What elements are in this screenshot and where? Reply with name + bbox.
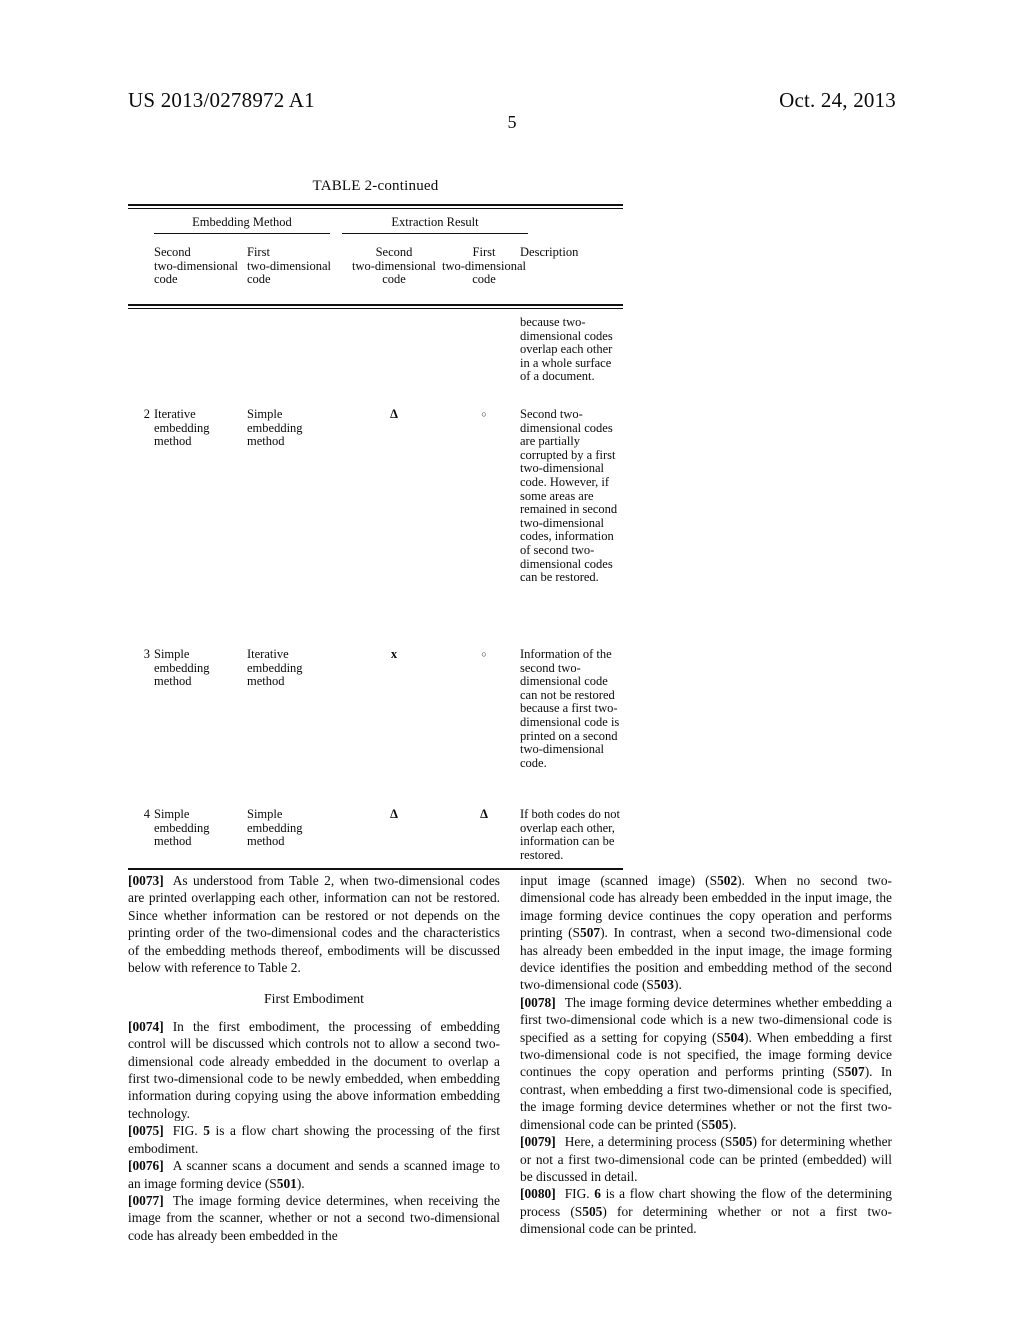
table-bottom-rule (128, 868, 623, 870)
paragraph-0074: [0074] In the first embodiment, the proce… (128, 1018, 500, 1122)
cell-embed-first: Simple embedding method (247, 807, 303, 849)
paragraph-number: [0077] (128, 1192, 164, 1208)
paragraph-0080: [0080] FIG. 6 is a flow chart showing the… (520, 1186, 892, 1237)
row-number: 4 (143, 807, 150, 821)
step-reference: 502 (717, 873, 738, 888)
body-column-left: [0073] As understood from Table 2, when t… (128, 872, 500, 1244)
cell-extract-first: Δ (480, 807, 488, 821)
cell-embed-first: Simple embedding method (247, 407, 303, 449)
table-2-continued: TABLE 2-continued Embedding Method Extra… (128, 178, 623, 870)
table-header-rule (128, 304, 623, 309)
cell-extract-second: Δ (390, 407, 398, 421)
cell-extract-second: x (390, 647, 398, 661)
step-reference: 501 (276, 1175, 297, 1191)
paragraph-text: As understood from Table 2, when two-dim… (128, 873, 500, 976)
continued-description-text: because two-dimensional codes overlap ea… (520, 315, 613, 384)
step-reference: 505 (582, 1203, 603, 1219)
paragraph-0077: [0077] The image forming device determine… (128, 1192, 500, 1244)
step-reference: 505 (708, 1116, 729, 1132)
cell-description: If both codes do not overlap each other,… (520, 807, 620, 862)
paragraph-text: In the first embodiment, the processing … (128, 1018, 500, 1121)
table-group-header-row: Embedding Method Extraction Result (128, 215, 623, 237)
paragraph-0078: [0078] The image forming device determine… (520, 994, 892, 1132)
row-number: 2 (143, 407, 150, 421)
cell-embed-second: Iterative embedding method (154, 407, 210, 449)
body-column-right: input image (scanned image) (S502). When… (520, 872, 892, 1238)
paragraph-number: [0079] (520, 1134, 556, 1150)
publication-date: Oct. 24, 2013 (779, 88, 896, 112)
paragraph-number: [0074] (128, 1018, 164, 1034)
paragraph-0079: [0079] Here, a determining process (S505)… (520, 1134, 893, 1184)
publication-number: US 2013/0278972 A1 (128, 88, 315, 112)
column-header-extract-first-code: First two-dimensional code (441, 245, 526, 287)
cell-extract-first: ○ (481, 409, 487, 419)
cell-description: Information of the second two-dimensiona… (520, 647, 620, 770)
paragraph-0075: [0075] FIG. 5 is a flow chart showing the… (128, 1123, 500, 1156)
table-caption: TABLE 2-continued (312, 178, 439, 194)
group-header-extraction-result: Extraction Result (342, 215, 528, 234)
figure-reference: 6 (594, 1186, 601, 1202)
table-body: because two-dimensional codes overlap ea… (128, 315, 623, 868)
step-reference: 507 (844, 1064, 865, 1080)
column-header-description: Description (520, 245, 579, 259)
page-number: 5 (507, 112, 517, 132)
cell-extract-second: Δ (390, 807, 398, 821)
column-header-embed-first-code: First two-dimensional code (247, 245, 332, 287)
paragraph-number: [0080] (520, 1186, 556, 1202)
cell-description: Second two-dimensional codes are partial… (520, 407, 618, 585)
cell-embed-second: Simple embedding method (154, 647, 210, 689)
cell-embed-second: Simple embedding method (154, 807, 210, 849)
paragraph-0077-continuation: input image (scanned image) (S502). When… (520, 873, 893, 993)
row-number: 3 (143, 647, 150, 661)
paragraph-0073: [0073] As understood from Table 2, when t… (128, 872, 500, 976)
column-header-embed-second-code: Second two-dimensional code (154, 245, 239, 287)
step-reference: 504 (723, 1029, 745, 1045)
figure-reference: 5 (203, 1123, 210, 1139)
cell-embed-first: Iterative embedding method (247, 647, 303, 689)
table-top-rule (128, 204, 623, 209)
paragraph-text: The image forming device determines, whe… (128, 1192, 500, 1243)
paragraph-number: [0073] (128, 873, 164, 888)
step-reference: 507 (580, 925, 601, 941)
step-reference: 503 (653, 977, 674, 993)
section-heading-first-embodiment: First Embodiment (263, 991, 365, 1007)
table-column-header-row: Second two-dimensional code First two-di… (128, 245, 623, 304)
paragraph-number: [0078] (520, 994, 556, 1010)
group-header-embedding-method: Embedding Method (154, 215, 330, 234)
paragraph-0076: [0076] A scanner scans a document and sen… (128, 1158, 500, 1191)
column-header-extract-second-code: Second two-dimensional code (351, 245, 436, 287)
step-reference: 505 (732, 1134, 753, 1150)
paragraph-number: [0076] (128, 1158, 164, 1174)
paragraph-number: [0075] (128, 1123, 164, 1139)
cell-extract-first: ○ (481, 649, 487, 659)
